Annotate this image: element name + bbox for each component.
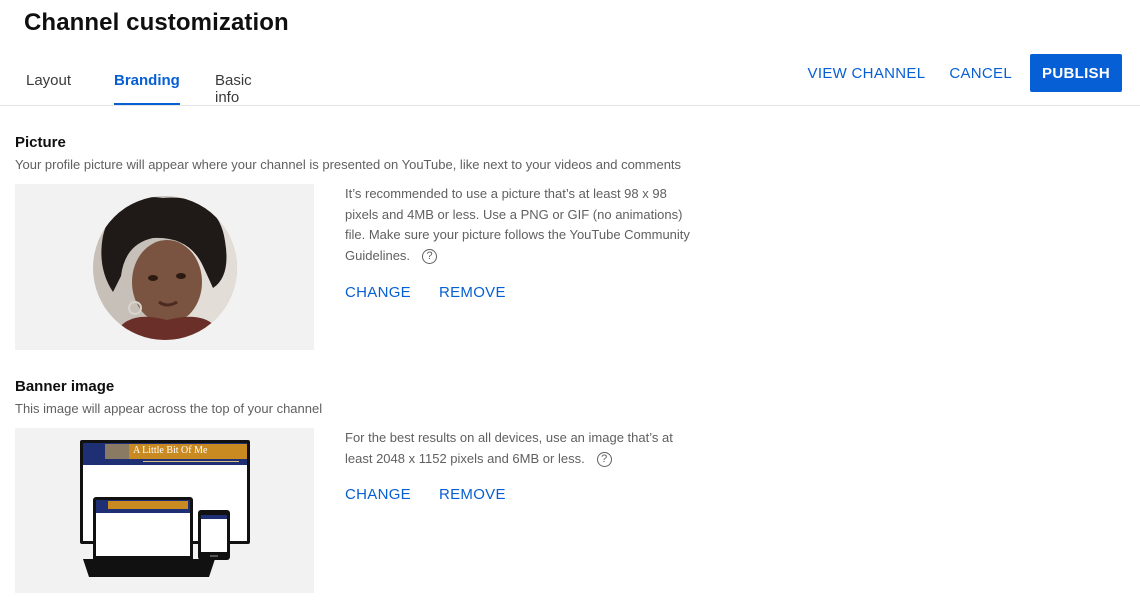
view-channel-button[interactable]: VIEW CHANNEL: [796, 55, 938, 91]
picture-actions: CHANGE REMOVE: [345, 284, 506, 301]
help-icon[interactable]: ?: [422, 248, 438, 264]
picture-section-description: Your profile picture will appear where y…: [15, 157, 682, 172]
banner-photo: [105, 444, 129, 459]
header-divider: [0, 105, 1140, 106]
phone-mockup: [198, 510, 230, 560]
banner-actions: CHANGE REMOVE: [345, 486, 506, 503]
banner-info-body: For the best results on all devices, use…: [345, 430, 673, 466]
picture-info-text: It’s recommended to use a picture that’s…: [345, 184, 690, 266]
banner-section-title: Banner image: [15, 378, 115, 395]
profile-picture-preview: [15, 184, 314, 350]
picture-info-body: It’s recommended to use a picture that’s…: [345, 186, 690, 263]
cancel-button[interactable]: CANCEL: [937, 55, 1024, 91]
publish-button[interactable]: PUBLISH: [1030, 54, 1122, 92]
page-title: Channel customization: [24, 9, 289, 36]
laptop-mockup: [93, 497, 193, 559]
banner-section-description: This image will appear across the top of…: [15, 401, 323, 416]
tab-layout[interactable]: Layout: [26, 58, 71, 106]
remove-banner-button[interactable]: REMOVE: [439, 486, 506, 503]
banner-image-preview: A Little Bit Of Me: [15, 428, 314, 593]
laptop-base: [83, 559, 215, 577]
help-icon[interactable]: ?: [596, 451, 612, 467]
avatar: [93, 196, 237, 340]
banner-strip: A Little Bit Of Me: [83, 443, 247, 465]
picture-section-title: Picture: [15, 134, 66, 151]
change-banner-button[interactable]: CHANGE: [345, 486, 411, 503]
remove-picture-button[interactable]: REMOVE: [439, 284, 506, 301]
banner-title-text: A Little Bit Of Me: [133, 445, 208, 456]
banner-info-text: For the best results on all devices, use…: [345, 428, 690, 469]
change-picture-button[interactable]: CHANGE: [345, 284, 411, 301]
tab-branding[interactable]: Branding: [114, 58, 180, 106]
tab-basic-info[interactable]: Basic info: [215, 58, 252, 106]
header-actions: VIEW CHANNEL CANCEL PUBLISH: [796, 54, 1122, 92]
